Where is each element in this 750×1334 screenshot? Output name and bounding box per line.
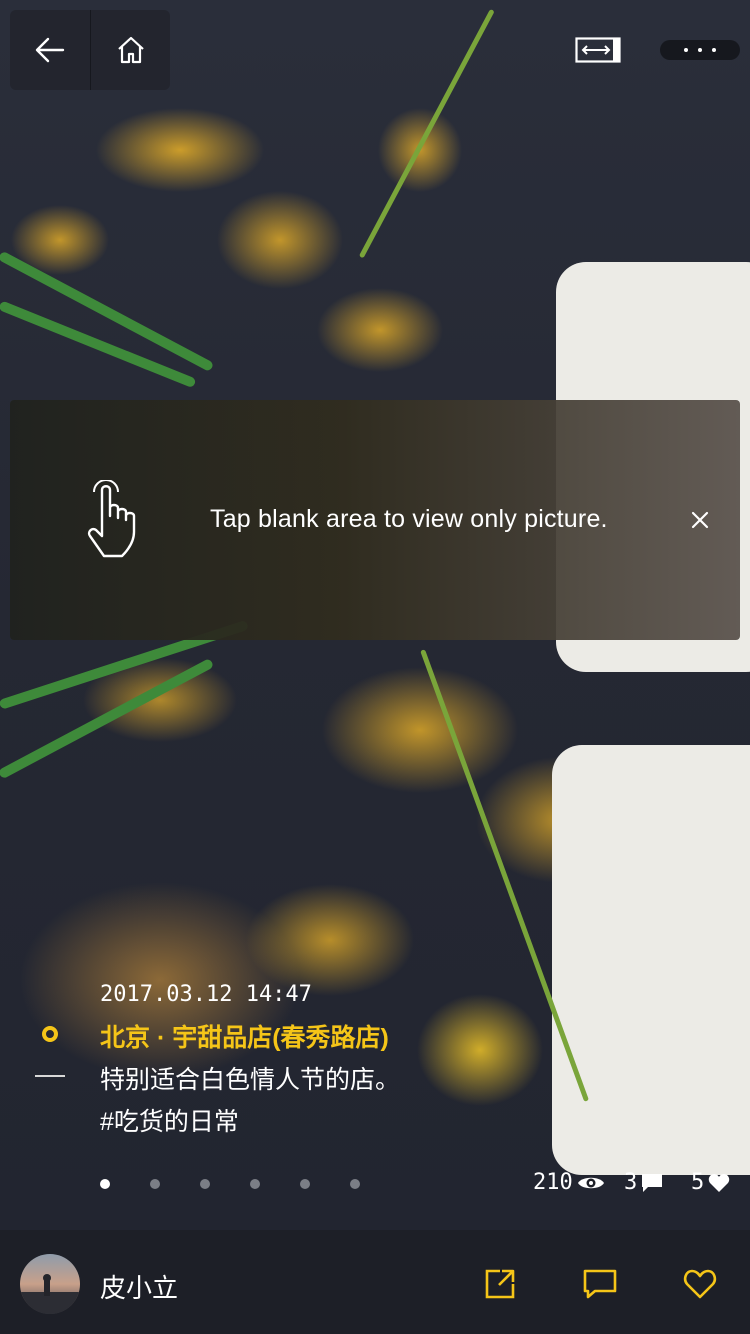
more-button[interactable] xyxy=(660,40,740,60)
more-dots-icon xyxy=(698,48,702,52)
leaf xyxy=(0,657,215,780)
heart-icon xyxy=(709,1173,730,1192)
stem xyxy=(358,8,495,259)
comment-icon xyxy=(583,1269,617,1299)
plate xyxy=(552,745,750,1175)
comment-bubble-icon xyxy=(642,1173,663,1192)
back-button[interactable] xyxy=(10,10,90,90)
home-icon xyxy=(117,36,144,64)
fit-width-button[interactable] xyxy=(570,30,626,70)
likes-count: 5 xyxy=(691,1170,705,1195)
share-button[interactable] xyxy=(480,1264,520,1304)
photo-pagination xyxy=(100,1179,360,1189)
post-location[interactable]: 北京 · 宇甜品店(春秀路店) xyxy=(100,1018,389,1054)
bottom-bar: 皮小立 xyxy=(0,1230,750,1334)
comments-count: 3 xyxy=(624,1170,638,1195)
page-dot[interactable] xyxy=(350,1179,360,1189)
page-dot[interactable] xyxy=(300,1179,310,1189)
page-dot[interactable] xyxy=(250,1179,260,1189)
heart-outline-icon xyxy=(683,1269,717,1299)
views-stat: 210 xyxy=(533,1170,605,1195)
tap-hand-icon xyxy=(87,480,136,558)
avatar-image xyxy=(20,1274,80,1314)
eye-icon xyxy=(577,1177,604,1188)
post-tag[interactable]: #吃货的日常 xyxy=(100,1102,239,1138)
fit-width-icon xyxy=(575,37,621,63)
post-datetime: 2017.03.12 14:47 xyxy=(100,982,312,1007)
views-count: 210 xyxy=(533,1170,573,1195)
like-button[interactable] xyxy=(680,1264,720,1304)
text-marker xyxy=(35,1075,65,1077)
share-icon xyxy=(485,1269,515,1299)
page-dot[interactable] xyxy=(200,1179,210,1189)
comment-button[interactable] xyxy=(580,1264,620,1304)
page-dot-active[interactable] xyxy=(100,1179,110,1189)
tip-banner[interactable]: Tap blank area to view only picture. xyxy=(10,400,740,640)
post-text: 特别适合白色情人节的店。 xyxy=(100,1066,401,1094)
more-dots-icon xyxy=(712,48,716,52)
close-icon[interactable] xyxy=(688,508,712,532)
page-dot[interactable] xyxy=(150,1179,160,1189)
more-dots-icon xyxy=(684,48,688,52)
home-button[interactable] xyxy=(90,10,170,90)
likes-stat: 5 xyxy=(691,1170,730,1195)
arrow-left-icon xyxy=(35,37,65,63)
location-icon xyxy=(42,1026,58,1042)
comments-stat: 3 xyxy=(624,1170,663,1195)
tip-text: Tap blank area to view only picture. xyxy=(210,505,608,533)
top-nav xyxy=(10,10,170,90)
username[interactable]: 皮小立 xyxy=(100,1268,178,1305)
avatar[interactable] xyxy=(20,1254,80,1314)
